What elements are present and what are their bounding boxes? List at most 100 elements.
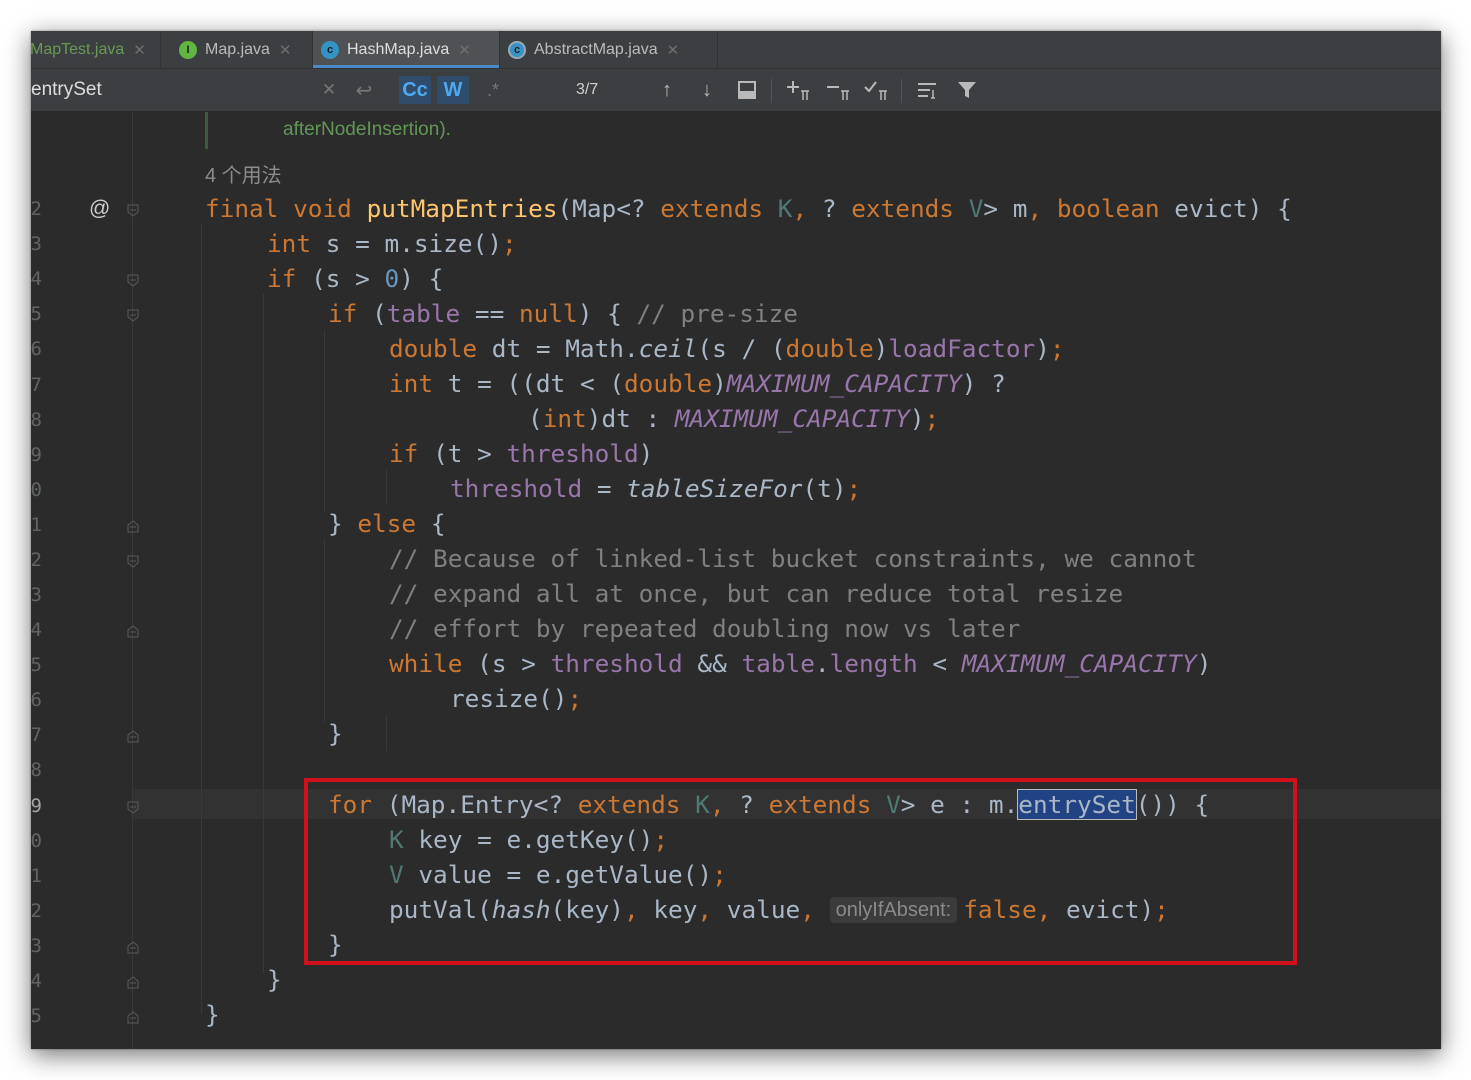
code-punct: = [474,299,490,328]
close-icon[interactable]: ✕ [279,41,292,59]
code-keyword: int [542,404,587,433]
select-all-matches-icon[interactable] [861,76,891,104]
code-keyword: extends [660,194,764,223]
code-line[interactable]: } [267,965,282,995]
code-line[interactable]: (int)dt : MAXIMUM_CAPACITY); [528,404,939,434]
ide-window: MapTest.java ✕ I Map.java ✕ c HashMap.ja… [31,31,1441,1049]
code-line[interactable]: } [328,719,343,749]
new-line-icon[interactable]: ↩ [353,76,375,104]
select-all-occurrences-icon[interactable] [735,76,759,104]
filter-icon[interactable] [953,76,981,104]
remove-occurrence-icon[interactable] [823,76,853,104]
close-icon[interactable]: ✕ [458,41,471,59]
indent-guide [386,470,387,505]
add-occurrence-icon[interactable] [783,76,813,104]
code-punct: ? [821,194,837,223]
line-number: 05 [31,303,42,325]
regex-toggle[interactable]: .* [481,76,505,104]
code-line[interactable]: int t = ((dt < (double)MAXIMUM_CAPACITY)… [389,369,1006,399]
code-punct: = [535,334,551,363]
usages-inlay-hint[interactable]: 4 个用法 [205,159,282,188]
code-field: table [741,649,815,678]
code-field: threshold [506,439,639,468]
fold-open-icon[interactable] [127,204,139,217]
fold-close-icon[interactable] [127,520,139,533]
tab-abstractmap[interactable]: c AbstractMap.java ✕ [500,31,718,68]
fold-close-icon[interactable] [127,1011,139,1024]
code-keyword: void [293,194,352,223]
code-line[interactable]: } else { [328,509,446,539]
clear-search-icon[interactable]: ✕ [319,76,339,104]
code-punct: ) [577,299,593,328]
previous-occurrence-icon[interactable]: ↑ [655,76,679,104]
fold-open-icon[interactable] [127,801,139,814]
code-line[interactable]: int s = m.size(); [267,229,517,259]
tab-label: AbstractMap.java [534,40,658,58]
code-punct: ) [831,474,847,503]
whole-words-toggle[interactable]: W [437,76,469,104]
code-line[interactable]: threshold = tableSizeFor(t); [450,474,861,504]
line-number: 03 [31,233,42,255]
code-punct: ; [567,684,583,713]
code-line[interactable]: // expand all at once, but can reduce to… [389,579,1123,609]
code-line[interactable]: // effort by repeated doubling now vs la… [389,614,1020,644]
code-editor[interactable]: afterNodeInsertion). 4 个用法 @ 02 03 04 05… [31,112,1441,1049]
match-case-toggle[interactable]: Cc [399,76,431,104]
fold-open-icon[interactable] [127,309,139,322]
code-line[interactable]: if (s > 0) { [267,264,443,294]
fold-open-icon[interactable] [127,555,139,568]
close-icon[interactable]: ✕ [133,41,146,59]
fold-close-icon[interactable] [127,976,139,989]
code-punct: } [328,719,343,748]
code-static-call: ceil [638,334,698,363]
line-number: 06 [31,338,42,360]
filter-options-icon[interactable] [913,76,941,104]
fold-close-icon[interactable] [127,730,139,743]
fold-open-icon[interactable] [127,274,139,287]
override-at-icon[interactable]: @ [89,197,110,221]
code-punct: = [355,229,370,258]
code-line[interactable]: if (t > threshold) [389,439,653,469]
code-punct: ( [372,299,387,328]
code-punct: ? [630,194,646,223]
tab-maptest[interactable]: MapTest.java ✕ [31,31,161,68]
code-punct: = [489,299,505,328]
line-number: 24 [31,970,42,992]
code-punct: ) [586,404,602,433]
code-line[interactable]: if (table == null) { // pre-size [328,299,798,329]
line-number: 23 [31,935,42,957]
code-identifier: Math [565,334,624,363]
search-input[interactable]: entrySet [31,79,102,101]
fold-close-icon[interactable] [127,625,139,638]
code-line[interactable]: } [205,1000,220,1030]
code-identifier: t [447,369,463,398]
next-occurrence-icon[interactable]: ↓ [695,76,719,104]
code-keyword: while [389,649,463,678]
code-line[interactable]: resize(); [450,684,582,714]
code-line[interactable]: final void putMapEntries(Map<? extends K… [205,194,1292,224]
code-punct: ; [1049,334,1065,363]
tab-map[interactable]: I Map.java ✕ [171,31,313,68]
code-line[interactable]: // Because of linked-list bucket constra… [389,544,1197,574]
indent-guide [324,330,325,513]
tab-hashmap[interactable]: c HashMap.java ✕ [313,31,500,68]
code-punct: < [579,369,595,398]
code-punct: ) [712,369,727,398]
code-line[interactable]: while (s > threshold && table.length < M… [389,649,1211,679]
line-number: 18 [31,759,42,781]
line-number: 21 [31,865,42,887]
close-icon[interactable]: ✕ [667,41,680,59]
code-line[interactable]: double dt = Math.ceil(s / (double)loadFa… [389,334,1065,364]
code-keyword: if [267,264,297,293]
fold-close-icon[interactable] [127,941,139,954]
